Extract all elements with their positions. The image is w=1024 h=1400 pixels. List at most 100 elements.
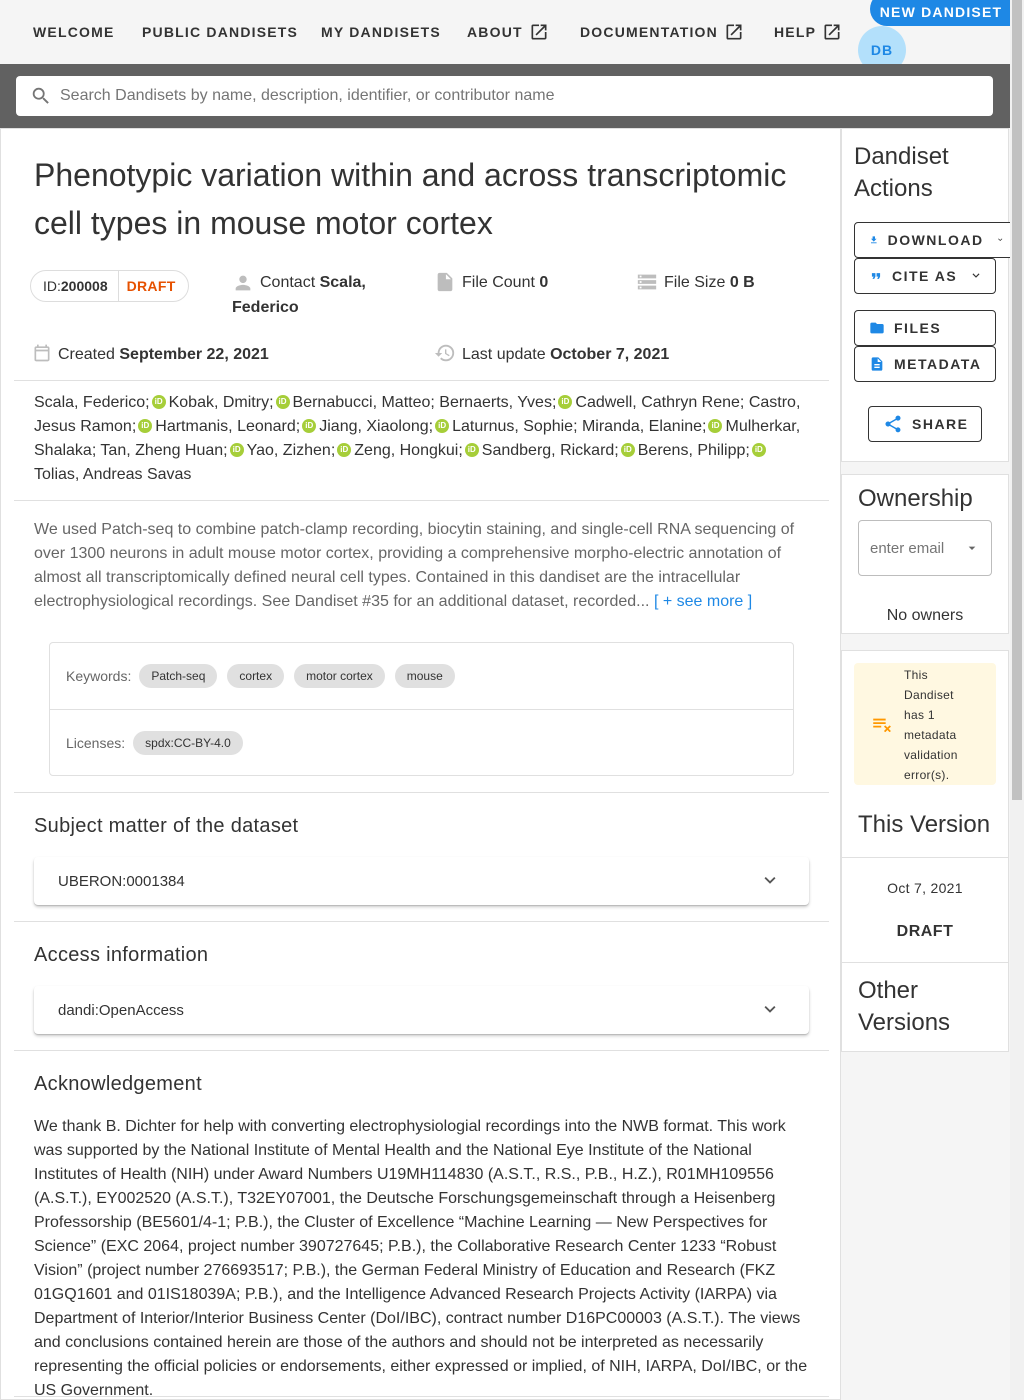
keywords-label: Keywords:: [66, 668, 132, 684]
folder-icon: [870, 322, 884, 334]
subject-item: UBERON:0001384: [58, 872, 185, 890]
no-owners-text: No owners: [886, 607, 964, 624]
dandiset-main-card: Phenotypic variation within and across t…: [0, 128, 841, 1400]
author-name: Jiang, Xiaolong;: [319, 418, 434, 435]
new-dandiset-button[interactable]: NEW DANDISET: [870, 0, 1012, 26]
warning-list-icon: [873, 718, 891, 732]
version-card: This Dandiset has 1 metadata validation …: [841, 650, 1009, 1052]
id-label: ID:: [43, 278, 61, 294]
validation-message: This Dandiset has 1 metadata validation …: [904, 668, 958, 782]
chevron-down-icon: [764, 876, 776, 884]
validation-alert[interactable]: This Dandiset has 1 metadata validation …: [854, 663, 996, 785]
keywords-licenses-box: Keywords: Patch-seq cortex motor cortex …: [49, 642, 794, 776]
files-label: FILES: [894, 320, 942, 336]
see-more-link[interactable]: [ + see more ]: [654, 593, 752, 610]
keywords-row: Keywords: Patch-seq cortex motor cortex …: [66, 664, 455, 688]
created-label: Created: [58, 346, 115, 363]
person-icon: [232, 272, 254, 302]
nav-public-dandisets[interactable]: PUBLIC DANDISETS: [142, 0, 298, 64]
chip-divider: [117, 271, 119, 301]
file-count-value: 0: [539, 274, 549, 291]
orcid-icon[interactable]: iD: [620, 443, 635, 457]
orcid-icon[interactable]: iD: [138, 419, 153, 433]
access-section-title: Access information: [34, 944, 209, 966]
cite-as-button[interactable]: CITE AS: [854, 258, 996, 294]
external-link-icon: [531, 24, 547, 40]
nav-help-label: HELP: [774, 24, 817, 40]
external-link-icon: [726, 24, 742, 40]
licenses-row: Licenses: spdx:CC-BY-4.0: [66, 731, 243, 755]
dropdown-arrow-icon: [968, 546, 976, 550]
nav-my-dandisets[interactable]: MY DANDISETS: [321, 0, 441, 64]
divider: [14, 500, 829, 501]
ownership-title: Ownership: [858, 485, 973, 512]
updated-date: October 7, 2021: [550, 346, 670, 363]
dandiset-title: Phenotypic variation within and across t…: [34, 157, 787, 241]
owner-email-input[interactable]: [870, 539, 956, 557]
metadata-button[interactable]: METADATA: [854, 346, 996, 382]
chevron-down-icon: [997, 238, 1002, 242]
search-icon: [32, 87, 49, 104]
nav-documentation[interactable]: DOCUMENTATION: [580, 0, 744, 64]
nav-about[interactable]: ABOUT: [467, 0, 549, 64]
share-label: SHARE: [912, 416, 969, 432]
quote-icon: [871, 273, 881, 279]
divider: [842, 962, 1008, 963]
orcid-icon[interactable]: iD: [708, 419, 723, 433]
acknowledgement-text: We thank B. Dichter for help with conver…: [34, 1118, 808, 1399]
orcid-icon[interactable]: iD: [751, 443, 766, 457]
search-input[interactable]: [60, 87, 960, 105]
version-date[interactable]: Oct 7, 2021: [842, 880, 1008, 896]
author-name: Zeng, Hongkui;: [354, 442, 463, 459]
actions-title: Dandiset Actions: [854, 143, 949, 202]
author-name: Bernaerts, Yves;: [439, 394, 557, 411]
nav-documentation-label: DOCUMENTATION: [580, 24, 718, 40]
orcid-icon[interactable]: iD: [151, 395, 166, 409]
subject-expansion-panel[interactable]: UBERON:0001384: [34, 857, 809, 905]
other-versions-title: Other Versions: [858, 977, 951, 1036]
document-icon: [871, 357, 883, 371]
nav-help[interactable]: HELP: [774, 0, 842, 64]
search-band: [0, 64, 1010, 128]
top-app-bar: WELCOME PUBLIC DANDISETS MY DANDISETS AB…: [0, 0, 1012, 74]
scrollbar-thumb[interactable]: [1012, 0, 1022, 800]
file-count-label: File Count: [462, 274, 535, 291]
orcid-icon[interactable]: iD: [302, 419, 317, 433]
this-version-title: This Version: [858, 811, 991, 838]
metadata-label: METADATA: [894, 356, 982, 372]
share-button[interactable]: SHARE: [868, 406, 982, 442]
author-name: Tan, Zheng Huan;: [100, 442, 228, 459]
files-button[interactable]: FILES: [854, 310, 996, 346]
keyword-chip: cortex: [227, 664, 285, 688]
owner-select[interactable]: [858, 520, 992, 576]
contact-info: Contact Scala, Federico: [232, 270, 412, 320]
file-size-value: 0 B: [729, 274, 755, 291]
description: We used Patch-seq to combine patch-clamp…: [34, 518, 804, 614]
orcid-icon[interactable]: iD: [229, 443, 244, 457]
version-label[interactable]: DRAFT: [842, 923, 1008, 941]
divider: [50, 709, 793, 710]
orcid-icon[interactable]: iD: [435, 419, 450, 433]
search-box: [16, 76, 993, 116]
nav-welcome[interactable]: WELCOME: [33, 0, 115, 64]
nav-about-label: ABOUT: [467, 24, 523, 40]
author-name: Scala, Federico;: [34, 394, 150, 411]
orcid-icon[interactable]: iD: [558, 395, 573, 409]
author-name: Laturnus, Sophie;: [452, 418, 578, 435]
orcid-icon[interactable]: iD: [275, 395, 290, 409]
keyword-chip: mouse: [394, 664, 455, 688]
history-icon: [434, 344, 455, 362]
created-date: September 22, 2021: [119, 346, 269, 363]
created-info: Created September 22, 2021: [32, 342, 269, 367]
divider: [14, 921, 829, 922]
page-scrollbar[interactable]: [1010, 0, 1024, 1400]
orcid-icon[interactable]: iD: [337, 443, 352, 457]
divider: [14, 792, 829, 793]
keyword-chip: Patch-seq: [139, 664, 218, 688]
access-expansion-panel[interactable]: dandi:OpenAccess: [34, 986, 809, 1034]
acknowledgement-title: Acknowledgement: [34, 1073, 202, 1095]
cite-as-label: CITE AS: [892, 268, 958, 284]
orcid-icon[interactable]: iD: [464, 443, 479, 457]
download-button[interactable]: DOWNLOAD: [854, 222, 1014, 258]
updated-label: Last update: [462, 346, 546, 363]
